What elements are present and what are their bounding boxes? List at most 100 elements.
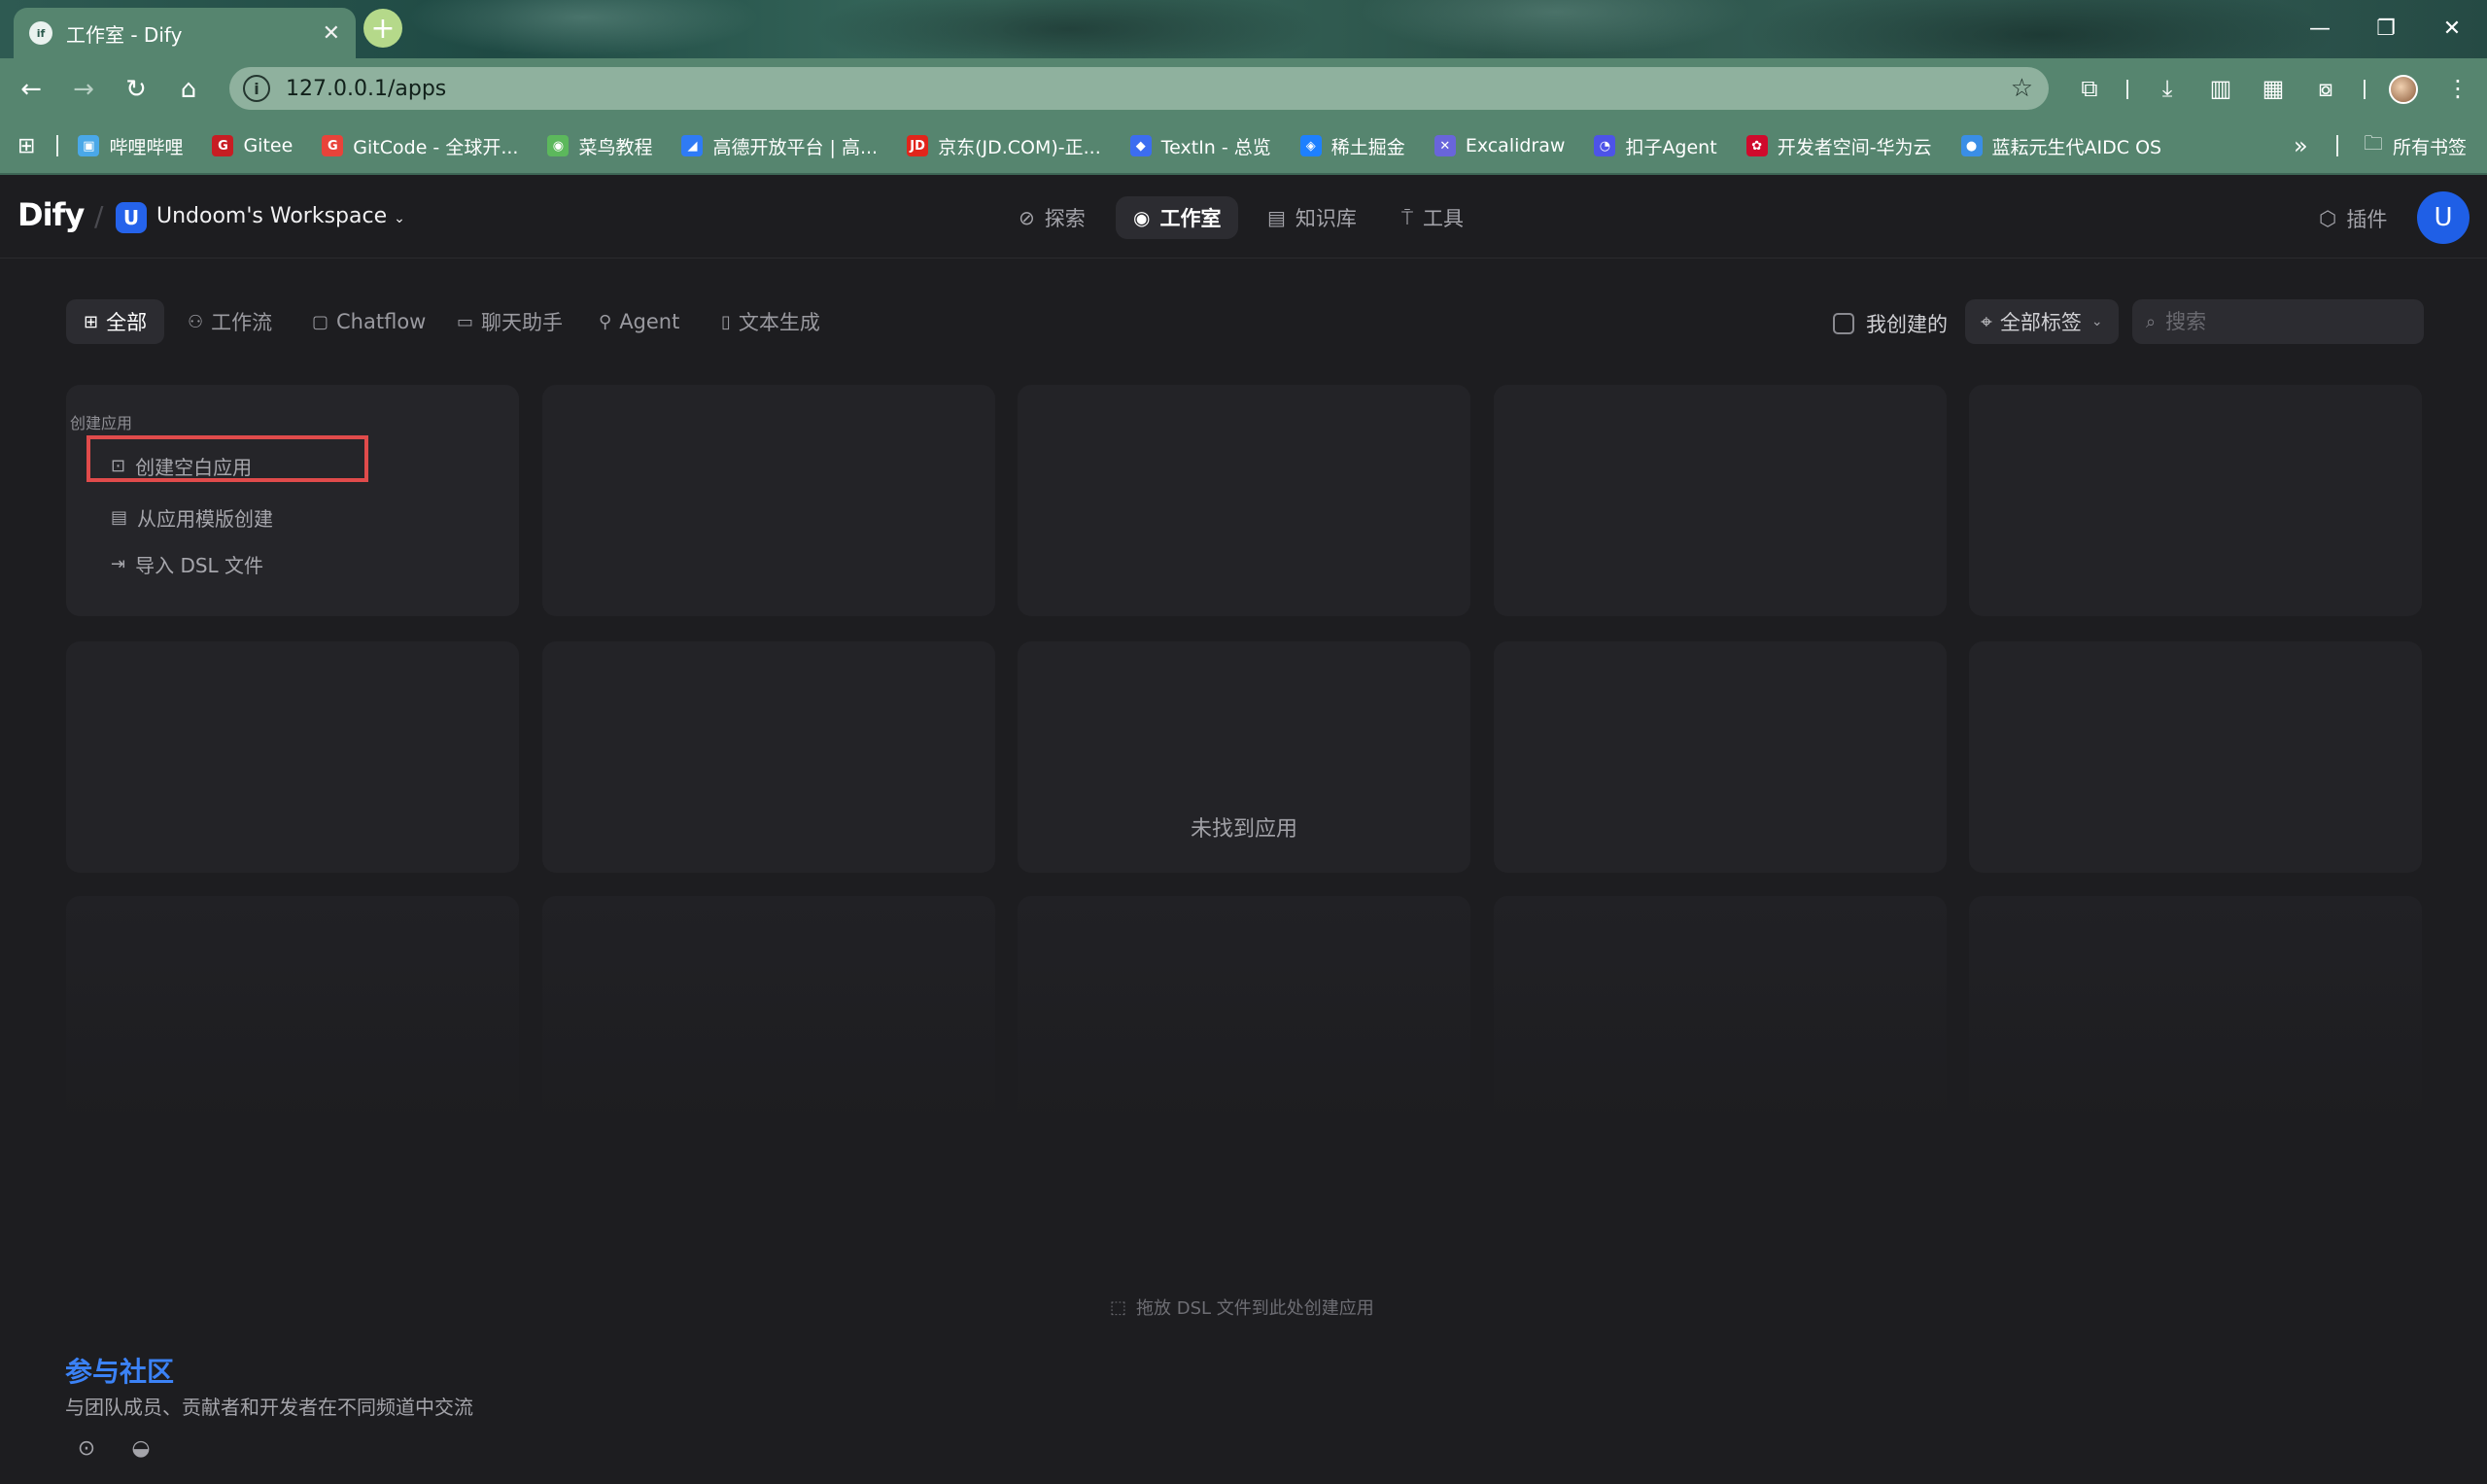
- filter-tab-chat-assistant[interactable]: ▭ 聊天助手: [439, 299, 580, 344]
- filter-tab-agent[interactable]: ⚲ Agent: [581, 299, 697, 344]
- created-by-me-toggle[interactable]: 我创建的: [1833, 309, 1948, 338]
- all-bookmarks-folder[interactable]: 🗀 所有书签: [2364, 129, 2467, 162]
- drop-file-icon: ⬚: [1110, 1296, 1127, 1318]
- browser-tab[interactable]: if 工作室 - Dify ✕: [14, 8, 356, 58]
- bookmark-lanyun[interactable]: ● 蓝耘元生代AIDC OS: [1960, 133, 2161, 159]
- amap-icon: ◢: [681, 135, 704, 156]
- menu-kebab-icon[interactable]: ⋮: [2441, 72, 2474, 105]
- nav-tools[interactable]: ⍑ 工具: [1384, 196, 1481, 239]
- app-card-placeholder: [66, 896, 519, 1127]
- app-card-placeholder: [1969, 896, 2422, 1127]
- qr-code-icon[interactable]: ▦: [2257, 72, 2290, 105]
- nav-studio-label: 工作室: [1159, 207, 1222, 230]
- cube-icon: ⬡: [2319, 207, 2337, 230]
- address-bar[interactable]: i 127.0.0.1/apps ☆: [229, 67, 2049, 110]
- tab-search-icon[interactable]: ⧇: [2309, 72, 2342, 105]
- app-card-placeholder: [542, 896, 995, 1127]
- bookmark-textin[interactable]: ◆ TextIn - 总览: [1129, 133, 1271, 159]
- created-by-me-checkbox[interactable]: [1833, 313, 1854, 334]
- agent-icon: ⚲: [599, 311, 612, 332]
- github-icon[interactable]: ⊙: [72, 1436, 101, 1466]
- app-card-placeholder: [1969, 641, 2422, 873]
- more-bookmarks-icon[interactable]: »: [2294, 132, 2308, 159]
- import-dsl-button[interactable]: ⇥ 导入 DSL 文件: [111, 550, 263, 578]
- search-input[interactable]: [2163, 309, 2398, 334]
- grid-icon: ⊞: [84, 311, 99, 332]
- back-arrow-icon[interactable]: ←: [12, 70, 51, 109]
- reload-icon[interactable]: ↻: [117, 70, 155, 109]
- gitcode-icon: G: [322, 135, 344, 156]
- filter-agent-label: Agent: [619, 310, 680, 333]
- restore-window-icon[interactable]: ❐: [2364, 12, 2408, 47]
- forward-arrow-icon[interactable]: →: [64, 70, 103, 109]
- reading-mode-icon[interactable]: ▥: [2204, 72, 2237, 105]
- close-window-icon[interactable]: ✕: [2430, 12, 2474, 47]
- filter-tab-text-generation[interactable]: ▯ 文本生成: [704, 299, 838, 344]
- filter-tab-chatflow[interactable]: ▢ Chatflow: [294, 299, 443, 344]
- bookmark-bilibili[interactable]: ▣ 哔哩哔哩: [78, 133, 183, 159]
- discord-icon[interactable]: ◒: [126, 1436, 155, 1466]
- site-info-icon[interactable]: i: [243, 75, 270, 102]
- chat-bubble-icon: ▭: [457, 311, 474, 332]
- tag-filter-dropdown[interactable]: ⌖ 全部标签 ⌄: [1965, 299, 2119, 344]
- gitee-icon: G: [212, 135, 234, 156]
- nav-explore-label: 探索: [1044, 207, 1086, 230]
- coze-icon: ◔: [1594, 135, 1616, 156]
- apps-grid-icon[interactable]: ⊞: [17, 134, 35, 158]
- browser-profile-avatar[interactable]: [2389, 75, 2418, 104]
- filter-workflow-label: 工作流: [211, 311, 273, 334]
- bilibili-icon: ▣: [78, 135, 100, 156]
- create-app-title: 创建应用: [70, 414, 133, 432]
- bookmark-gitcode[interactable]: G GitCode - 全球开...: [322, 133, 518, 159]
- bookmark-list: ▣ 哔哩哔哩 G Gitee G GitCode - 全球开... ◉ 菜鸟教程 ◢ 高德…: [78, 133, 2191, 159]
- community-title[interactable]: 参与社区: [65, 1351, 174, 1390]
- filter-tab-workflow[interactable]: ⚇ 工作流: [170, 299, 290, 344]
- user-avatar[interactable]: U: [2417, 191, 2470, 244]
- filter-tab-all[interactable]: ⊞ 全部: [66, 299, 165, 344]
- plugins-button[interactable]: ⬡ 插件: [2319, 204, 2387, 233]
- workspace-badge[interactable]: U: [116, 202, 147, 233]
- search-box[interactable]: ⌕: [2132, 299, 2424, 344]
- compass-icon: ⊘: [1019, 206, 1035, 229]
- bookmark-huaweicloud[interactable]: ✿ 开发者空间-华为云: [1745, 133, 1932, 159]
- filter-chat-assistant-label: 聊天助手: [481, 311, 564, 334]
- nav-explore[interactable]: ⊘ 探索: [1001, 196, 1103, 239]
- app-header: Dify / U Undoom's Workspace ⌄ ⊘ 探索 ◉ 工作室…: [0, 175, 2487, 259]
- download-icon[interactable]: ⤓: [2151, 72, 2184, 105]
- nav-tools-label: 工具: [1423, 207, 1464, 230]
- app-card-placeholder: [1494, 896, 1947, 1127]
- bookmark-amap[interactable]: ◢ 高德开放平台 | 高...: [681, 133, 878, 159]
- bookmark-excalidraw[interactable]: ✕ Excalidraw: [1433, 135, 1565, 156]
- create-from-template-button[interactable]: ▤ 从应用模版创建: [111, 503, 273, 532]
- filter-all-label: 全部: [106, 311, 148, 334]
- dify-app: Dify / U Undoom's Workspace ⌄ ⊘ 探索 ◉ 工作室…: [0, 175, 2487, 1484]
- bookmark-star-icon[interactable]: ☆: [2011, 74, 2033, 103]
- tag-filter-label: 全部标签: [1999, 311, 2082, 334]
- app-card-placeholder: [1494, 385, 1947, 616]
- plugins-label: 插件: [2346, 208, 2388, 231]
- create-from-template-label: 从应用模版创建: [137, 507, 274, 531]
- minimize-window-icon[interactable]: —: [2297, 12, 2342, 47]
- app-card-placeholder: [1018, 896, 1470, 1127]
- runoob-icon: ◉: [547, 135, 570, 156]
- dsl-drop-hint-text: 拖放 DSL 文件到此处创建应用: [1136, 1298, 1374, 1319]
- extensions-icon[interactable]: ⧉: [2073, 72, 2106, 105]
- bookmark-gitee[interactable]: G Gitee: [212, 135, 293, 156]
- workspace-selector[interactable]: Undoom's Workspace ⌄: [156, 204, 405, 228]
- nav-studio[interactable]: ◉ 工作室: [1116, 196, 1239, 239]
- close-tab-icon[interactable]: ✕: [323, 21, 340, 46]
- app-card-placeholder: [1494, 641, 1947, 873]
- huawei-icon: ✿: [1745, 135, 1768, 156]
- new-tab-button[interactable]: +: [363, 9, 402, 48]
- app-card-placeholder: [1969, 385, 2422, 616]
- workflow-icon: ⚇: [188, 311, 204, 332]
- bookmark-runoob[interactable]: ◉ 菜鸟教程: [547, 133, 652, 159]
- nav-knowledge[interactable]: ▤ 知识库: [1250, 196, 1374, 239]
- community-subtitle: 与团队成员、贡献者和开发者在不同频道中交流: [65, 1396, 473, 1419]
- bookmark-jd[interactable]: JD 京东(JD.COM)-正...: [907, 133, 1101, 159]
- bookmark-coze[interactable]: ◔ 扣子Agent: [1594, 133, 1717, 159]
- app-card-placeholder: [66, 641, 519, 873]
- bookmark-juejin[interactable]: ◈ 稀土掘金: [1299, 133, 1405, 159]
- home-icon[interactable]: ⌂: [169, 70, 208, 109]
- dify-logo[interactable]: Dify: [17, 196, 85, 233]
